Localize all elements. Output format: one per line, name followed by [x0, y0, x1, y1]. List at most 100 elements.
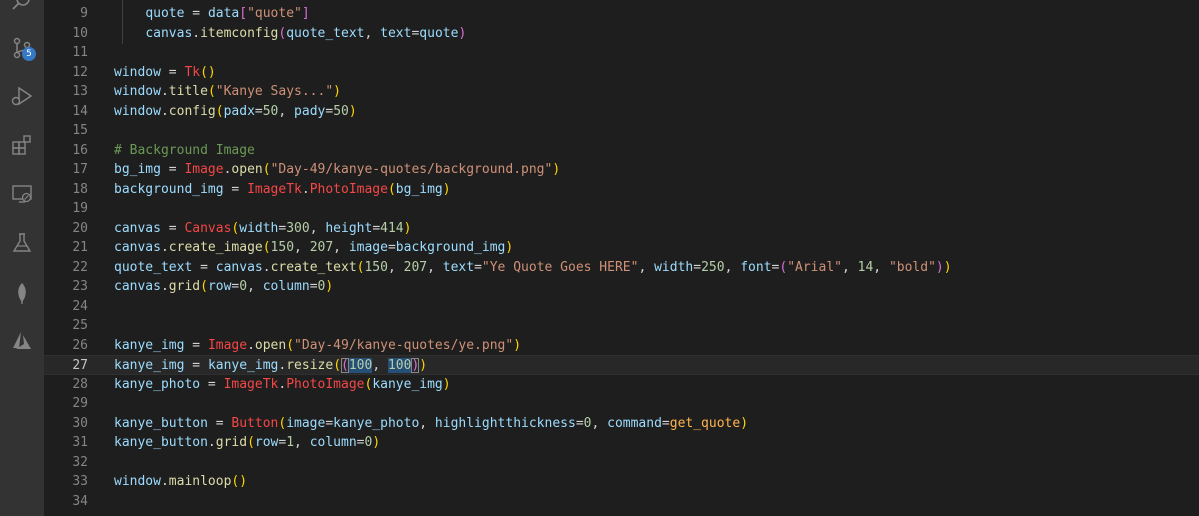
code-token: ): [372, 435, 381, 450]
code-line[interactable]: 9 quote = data["quote"]: [44, 4, 1199, 24]
code-line[interactable]: 29: [44, 394, 1199, 414]
code-token: .: [192, 25, 201, 41]
vertical-scrollbar[interactable]: [1185, 0, 1199, 516]
line-number: 18: [72, 181, 88, 197]
line-number: 27: [72, 358, 88, 373]
code-token: ): [419, 358, 428, 373]
line-number: 9: [80, 6, 88, 21]
code-token: create_image: [168, 240, 263, 255]
code-token: canvas: [114, 220, 161, 236]
testing-icon[interactable]: [6, 227, 38, 259]
code-token: window: [114, 103, 161, 119]
code-line[interactable]: 27 kanye_img = kanye_img.resize((100, 100…: [44, 355, 1199, 375]
code-token: row: [207, 279, 232, 294]
code-token: padx: [223, 103, 255, 119]
code-token: canvas: [145, 25, 193, 41]
code-token: =: [474, 259, 482, 275]
code-line[interactable]: 17 bg_img = Image.open("Day-49/kanye-quot…: [44, 160, 1199, 180]
code-text: window.mainloop(): [114, 472, 247, 492]
code-line[interactable]: 12 window = Tk(): [44, 63, 1199, 83]
code-token: bg_img: [395, 181, 443, 197]
code-token: .: [247, 337, 255, 353]
code-token: 207: [403, 259, 428, 275]
code-line[interactable]: 34: [44, 492, 1199, 512]
code-line[interactable]: 31 kanye_button.grid(row=1, column=0): [44, 433, 1199, 453]
code-line[interactable]: 20 canvas = Canvas(width=300, height=414): [44, 219, 1199, 239]
code-token: mainloop: [168, 474, 232, 489]
code-token: (: [286, 337, 295, 353]
code-line[interactable]: 22 quote_text = canvas.create_text (150, 2…: [44, 258, 1199, 278]
code-token: 150: [270, 240, 295, 255]
code-token: kanye_img: [372, 376, 443, 392]
code-token: ): [442, 181, 451, 197]
code-line[interactable]: 30 kanye_button = Button(image=kanye_phot…: [44, 414, 1199, 434]
search-icon[interactable]: [6, 0, 38, 18]
code-token: font: [740, 259, 772, 275]
code-line[interactable]: 32: [44, 453, 1199, 473]
code-line[interactable]: 26 kanye_img = Image.open("Day-49/kanye-q…: [44, 336, 1199, 356]
line-number: 23: [72, 279, 88, 294]
line-number: 34: [72, 493, 88, 509]
code-token: kanye_button: [114, 415, 208, 431]
code-token: 414: [380, 220, 404, 236]
code-line[interactable]: 18 background_img = ImageTk.PhotoImage(bg…: [44, 180, 1199, 200]
code-line[interactable]: 33 window.mainloop(): [44, 472, 1199, 492]
code-token: "Day-49/kanye-quotes/ye.png": [294, 337, 514, 353]
line-number: 19: [72, 201, 88, 216]
code-line[interactable]: 13 window.title("Kanye Says..."): [44, 82, 1199, 102]
code-token: .: [262, 259, 271, 275]
code-line[interactable]: 11: [44, 43, 1199, 63]
code-line[interactable]: 19: [44, 199, 1199, 219]
code-token: ,: [294, 435, 310, 450]
code-token: kanye_img: [114, 337, 185, 353]
code-token: column: [309, 435, 357, 450]
code-token: "Arial": [787, 259, 842, 275]
code-text: # Background Image: [114, 141, 255, 161]
code-token: (: [207, 84, 216, 99]
code-line[interactable]: 14 window.config(padx=50, pady=50): [44, 102, 1199, 122]
azure-icon[interactable]: [6, 325, 38, 357]
code-token: (): [231, 474, 248, 489]
code-line[interactable]: 15: [44, 121, 1199, 141]
code-text: kanye_photo = ImageTk.PhotoImage(kanye_i…: [114, 375, 451, 395]
code-token: ,: [841, 259, 858, 275]
code-line[interactable]: 25: [44, 316, 1199, 336]
mongodb-leaf-icon[interactable]: [6, 277, 38, 309]
code-token: ,: [591, 415, 608, 431]
code-token: 50: [333, 103, 349, 119]
code-token: (: [341, 358, 349, 373]
code-line[interactable]: 16 # Background Image: [44, 141, 1199, 161]
code-token: window: [114, 84, 161, 99]
extensions-icon[interactable]: [6, 129, 38, 161]
code-token: window: [114, 64, 161, 80]
code-text: canvas.itemconfig(quote_text, text=quote…: [114, 24, 466, 44]
run-debug-icon[interactable]: [6, 80, 38, 112]
code-token: row: [254, 435, 279, 450]
code-text: canvas.grid(row=0, column=0): [114, 277, 333, 297]
line-number: 13: [72, 84, 88, 99]
code-token: kanye_img: [114, 358, 185, 373]
code-line[interactable]: 28 kanye_photo = ImageTk.PhotoImage(kanye…: [44, 375, 1199, 395]
code-line[interactable]: 21 canvas.create_image(150, 207, image=ba…: [44, 238, 1199, 258]
remote-explorer-icon[interactable]: [6, 178, 38, 210]
code-token: canvas: [114, 279, 161, 294]
code-editor[interactable]: 9 quote = data["quote"] 10 canvas.itemcon…: [44, 0, 1199, 516]
code-token: .: [207, 435, 216, 450]
code-token: 150: [364, 259, 388, 275]
code-text: kanye_img = kanye_img.resize((100, 100)): [114, 356, 427, 376]
code-token: ): [333, 84, 341, 99]
code-token: ): [935, 259, 944, 275]
code-token: (: [215, 103, 224, 119]
code-line[interactable]: 10 canvas.itemconfig(quote_text, text=qu…: [44, 24, 1199, 44]
code-token: title: [168, 84, 208, 99]
code-token: "quote": [247, 6, 302, 21]
code-token: .: [160, 103, 169, 119]
code-line[interactable]: 23 canvas.grid(row=0, column=0): [44, 277, 1199, 297]
code-token: image: [286, 415, 326, 431]
line-number: 22: [72, 259, 88, 275]
code-line[interactable]: 24: [44, 297, 1199, 317]
code-token: [: [239, 6, 248, 21]
code-token: ): [740, 415, 749, 431]
code-token: ,: [247, 279, 263, 294]
